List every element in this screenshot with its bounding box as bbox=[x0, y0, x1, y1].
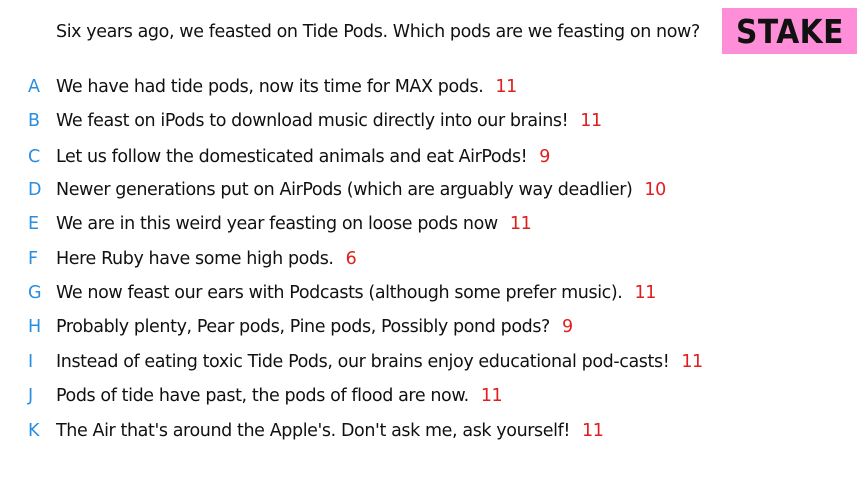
answer-text-body: We are in this weird year feasting on lo… bbox=[56, 214, 498, 234]
answer-text-body: Newer generations put on AirPods (which … bbox=[56, 180, 633, 200]
answer-score: 9 bbox=[561, 317, 573, 337]
answer-text-body: Let us follow the domesticated animals a… bbox=[56, 147, 528, 167]
answer-text-body: Instead of eating toxic Tide Pods, our b… bbox=[56, 352, 670, 372]
answer-score: 11 bbox=[681, 352, 703, 372]
answer-text: Pods of tide have past, the pods of floo… bbox=[56, 386, 503, 406]
answer-text: Instead of eating toxic Tide Pods, our b… bbox=[56, 352, 703, 372]
answer-text-body: The Air that's around the Apple's. Don't… bbox=[56, 421, 570, 441]
answer-score: 10 bbox=[644, 180, 666, 200]
answer-text: We now feast our ears with Podcasts (alt… bbox=[56, 283, 656, 303]
answer-letter: H bbox=[28, 317, 41, 337]
answer-text: We have had tide pods, now its time for … bbox=[56, 77, 517, 97]
answer-letter: I bbox=[28, 352, 33, 372]
answer-letter: B bbox=[28, 111, 40, 131]
answer-text-body: We feast on iPods to download music dire… bbox=[56, 111, 569, 131]
answer-text: The Air that's around the Apple's. Don't… bbox=[56, 421, 604, 441]
answer-score: 11 bbox=[480, 386, 503, 406]
answer-letter: J bbox=[28, 386, 33, 406]
answer-text-body: Pods of tide have past, the pods of floo… bbox=[56, 386, 469, 406]
answer-score: 11 bbox=[634, 283, 656, 303]
answer-score: 6 bbox=[345, 249, 357, 269]
answer-score: 11 bbox=[495, 77, 517, 97]
answer-text: We feast on iPods to download music dire… bbox=[56, 111, 602, 131]
answer-letter: E bbox=[28, 214, 39, 234]
answer-letter: G bbox=[28, 283, 42, 303]
answer-letter: C bbox=[28, 147, 40, 167]
answer-letter: F bbox=[28, 249, 38, 269]
answer-score: 11 bbox=[581, 421, 604, 441]
answer-text: Newer generations put on AirPods (which … bbox=[56, 180, 666, 200]
answer-text: Here Ruby have some high pods. 6 bbox=[56, 249, 357, 269]
answer-list: A We have had tide pods, now its time fo… bbox=[0, 0, 864, 482]
answer-score: 9 bbox=[539, 147, 551, 167]
answer-text-body: Here Ruby have some high pods. bbox=[56, 249, 334, 269]
answer-score: 11 bbox=[580, 111, 602, 131]
answer-score: 11 bbox=[509, 214, 532, 234]
answer-text: Let us follow the domesticated animals a… bbox=[56, 147, 550, 167]
answer-text: Probably plenty, Pear pods, Pine pods, P… bbox=[56, 317, 573, 337]
answer-text-body: We have had tide pods, now its time for … bbox=[56, 77, 484, 97]
answer-text-body: Probably plenty, Pear pods, Pine pods, P… bbox=[56, 317, 550, 337]
answer-letter: A bbox=[28, 77, 40, 97]
answer-letter: K bbox=[28, 421, 40, 441]
answer-text: We are in this weird year feasting on lo… bbox=[56, 214, 532, 234]
answer-letter: D bbox=[28, 180, 42, 200]
answer-text-body: We now feast our ears with Podcasts (alt… bbox=[56, 283, 623, 303]
